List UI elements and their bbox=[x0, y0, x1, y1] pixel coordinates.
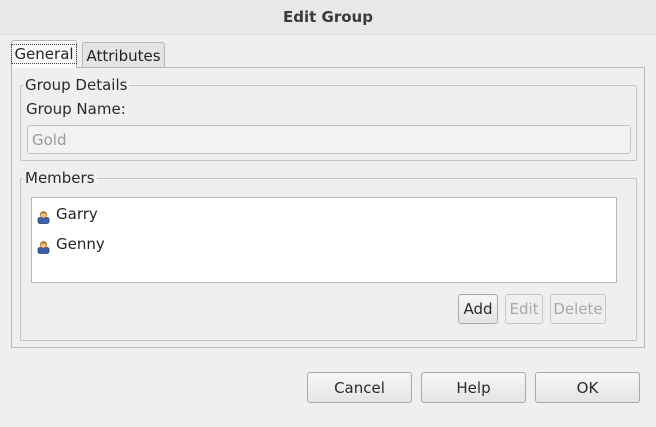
list-item[interactable]: Garry bbox=[37, 202, 98, 226]
window-title: Edit Group bbox=[283, 8, 373, 26]
tab-attributes[interactable]: Attributes bbox=[82, 42, 165, 68]
members-list[interactable]: Garry Genny bbox=[31, 197, 617, 283]
tab-general[interactable]: General bbox=[11, 40, 77, 68]
ok-button[interactable]: OK bbox=[535, 372, 640, 403]
help-button[interactable]: Help bbox=[421, 372, 526, 403]
tab-general-label: General bbox=[11, 44, 77, 64]
user-icon bbox=[37, 207, 50, 224]
members-legend: Members bbox=[25, 169, 95, 187]
add-member-button[interactable]: Add bbox=[458, 294, 498, 324]
group-name-field[interactable] bbox=[27, 125, 631, 154]
group-details-legend: Group Details bbox=[25, 76, 128, 94]
title-bar: Edit Group bbox=[0, 0, 656, 35]
list-item[interactable]: Genny bbox=[37, 232, 105, 256]
cancel-button[interactable]: Cancel bbox=[307, 372, 412, 403]
tab-attributes-label: Attributes bbox=[86, 47, 161, 65]
group-name-label: Group Name: bbox=[26, 100, 126, 118]
edit-member-button[interactable]: Edit bbox=[505, 294, 543, 324]
member-name: Garry bbox=[56, 205, 98, 223]
user-icon bbox=[37, 237, 50, 254]
member-name: Genny bbox=[56, 235, 105, 253]
delete-member-button[interactable]: Delete bbox=[550, 294, 606, 324]
